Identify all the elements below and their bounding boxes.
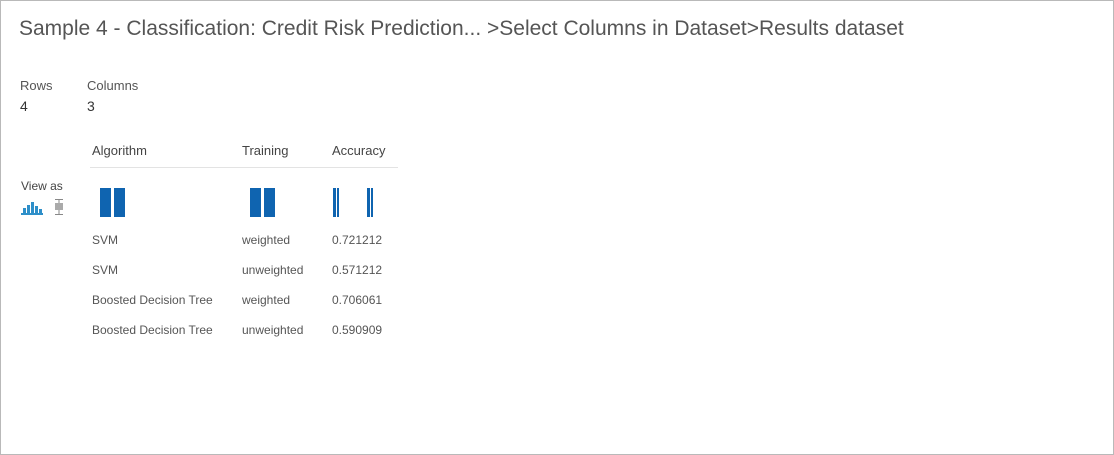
cell-algorithm: Boosted Decision Tree <box>92 293 213 307</box>
histogram-icon[interactable] <box>21 199 43 215</box>
accuracy-histogram[interactable] <box>332 188 378 217</box>
cell-algorithm: Boosted Decision Tree <box>92 323 213 337</box>
cell-algorithm: SVM <box>92 233 119 247</box>
results-dataset-window: Sample 4 - Classification: Credit Risk P… <box>0 0 1114 455</box>
cell-accuracy: 0.571212 <box>332 263 383 277</box>
cell-training: unweighted <box>242 323 304 337</box>
rows-stat: Rows 4 <box>20 78 53 114</box>
table-row: SVM weighted 0.721212 <box>90 226 398 256</box>
results-table: Algorithm Training Accuracy SVM weighted <box>90 141 398 346</box>
cell-training: weighted <box>242 293 291 307</box>
cell-accuracy: 0.721212 <box>332 233 383 247</box>
rows-label: Rows <box>20 78 53 93</box>
histogram-row <box>90 168 398 226</box>
page-title: Sample 4 - Classification: Credit Risk P… <box>19 17 904 40</box>
columns-stat: Columns 3 <box>87 78 138 114</box>
columns-label: Columns <box>87 78 139 93</box>
table-row: SVM unweighted 0.571212 <box>90 256 398 286</box>
view-as-options <box>21 199 65 215</box>
cell-training: weighted <box>242 233 291 247</box>
rows-value: 4 <box>20 98 28 114</box>
training-histogram[interactable] <box>250 188 276 217</box>
view-as-label: View as <box>21 179 63 193</box>
column-header-training[interactable]: Training <box>242 143 288 158</box>
table-row: Boosted Decision Tree unweighted 0.59090… <box>90 316 398 346</box>
cell-accuracy: 0.706061 <box>332 293 383 307</box>
table-header: Algorithm Training Accuracy <box>90 141 398 168</box>
cell-algorithm: SVM <box>92 263 119 277</box>
algorithm-histogram[interactable] <box>100 188 126 217</box>
cell-accuracy: 0.590909 <box>332 323 383 337</box>
boxplot-icon[interactable] <box>53 199 65 215</box>
table-row: Boosted Decision Tree weighted 0.706061 <box>90 286 398 316</box>
columns-value: 3 <box>87 98 95 114</box>
cell-training: unweighted <box>242 263 304 277</box>
column-header-algorithm[interactable]: Algorithm <box>92 143 147 158</box>
column-header-accuracy[interactable]: Accuracy <box>332 143 385 158</box>
